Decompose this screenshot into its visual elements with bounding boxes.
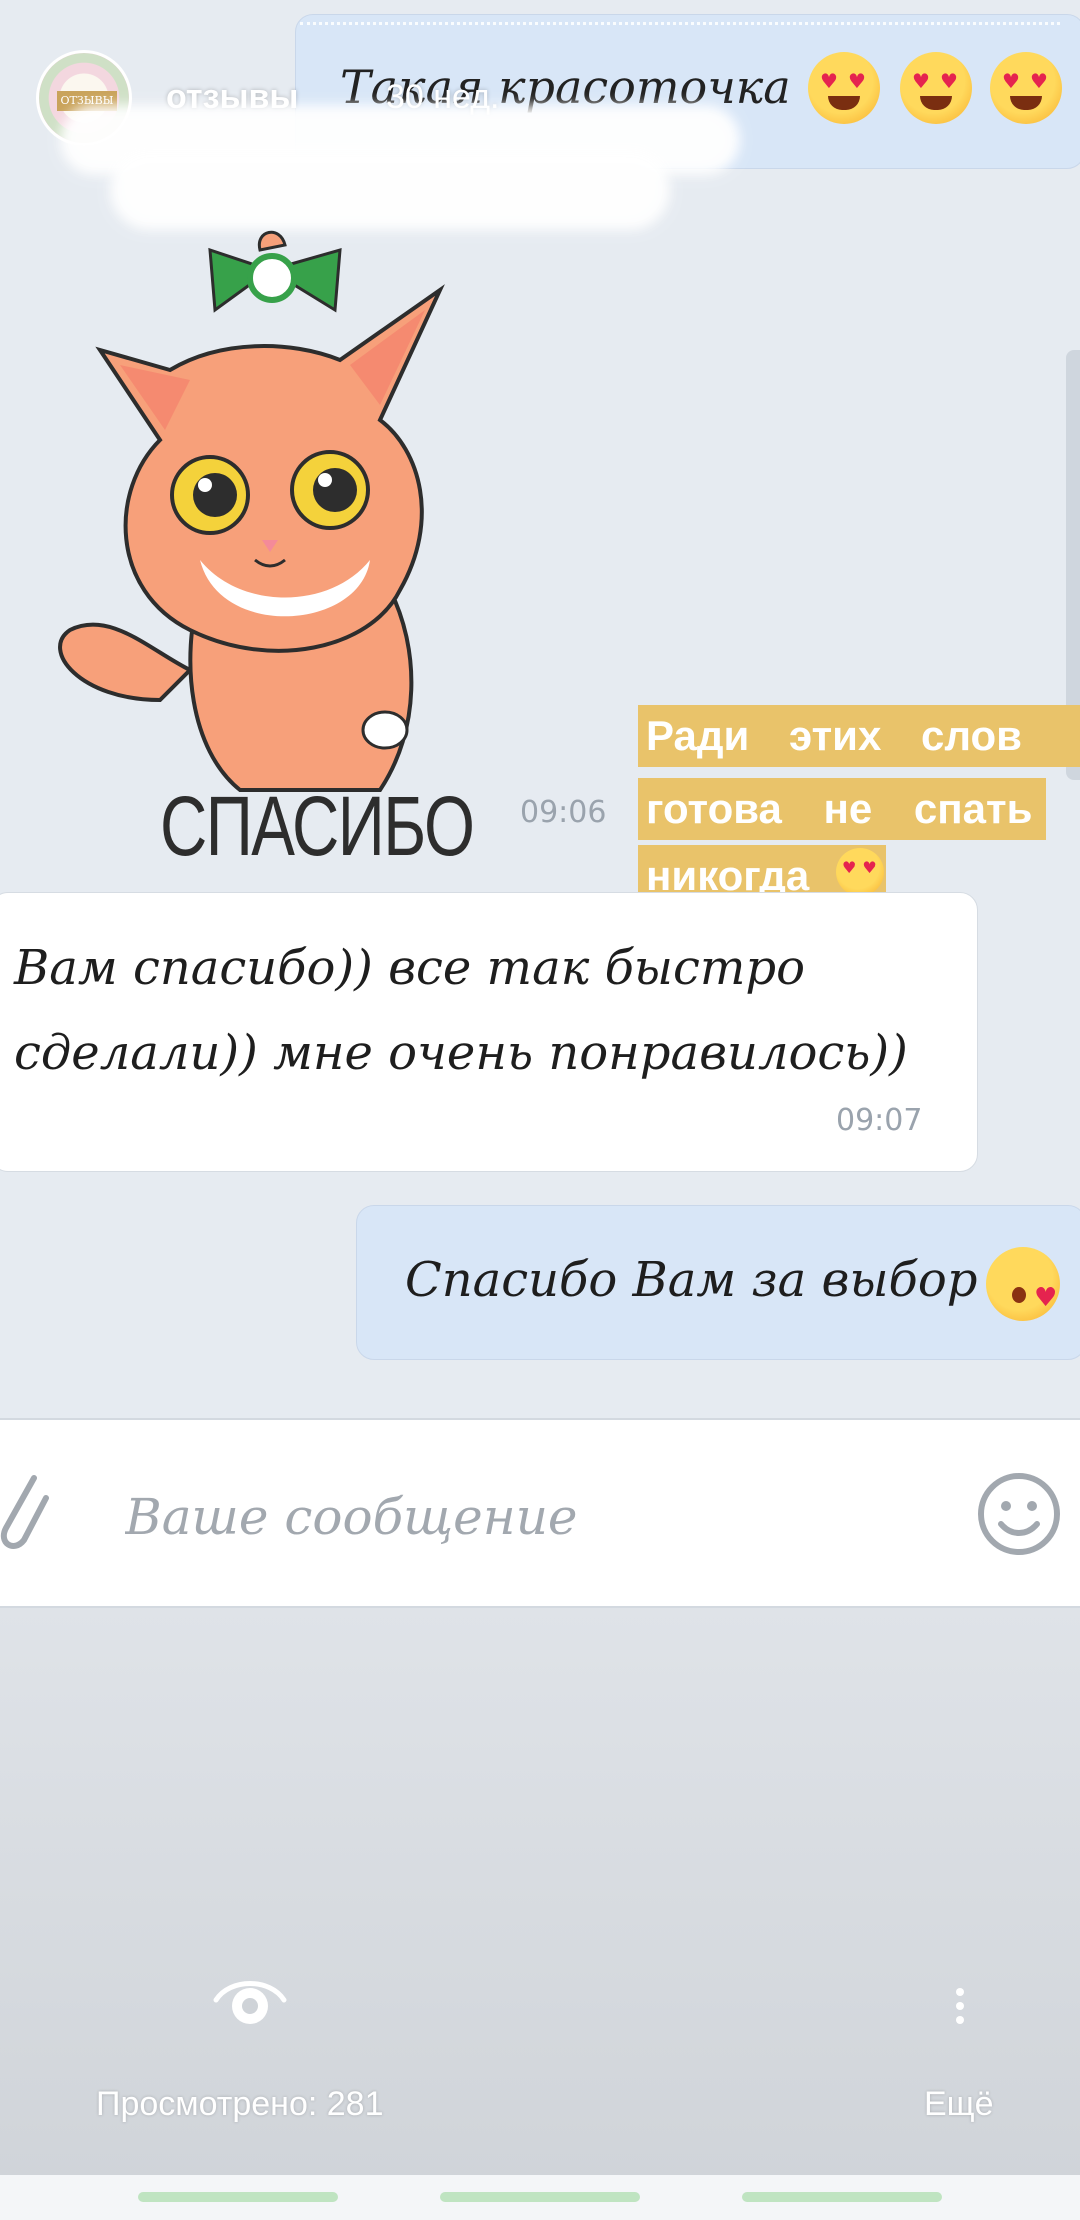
heart-eyes-emoji: ♥♥: [990, 52, 1062, 124]
attach-icon[interactable]: [0, 1468, 54, 1558]
more-vertical-icon[interactable]: [950, 1982, 970, 2042]
story-highlight-text-line: готова не спать: [638, 778, 1046, 840]
story-footer: [0, 1608, 1080, 2220]
more-button-label[interactable]: Ещё: [924, 2085, 994, 2124]
message-text: Спасибо Вам за выбор: [405, 1252, 978, 1308]
kiss-emoji: ♥: [986, 1247, 1060, 1321]
sticker-caption: СПАСИБО: [160, 779, 475, 873]
story-progress-bar: [300, 22, 1060, 25]
message-timestamp: 09:07: [836, 1103, 923, 1138]
heart-eyes-emoji: ♥♥: [836, 848, 884, 896]
heart-eyes-emoji: ♥♥: [808, 52, 880, 124]
message-text-line: Вам спасибо)) все так быстро: [14, 940, 806, 996]
viewers-count-label[interactable]: Просмотрено: 281: [96, 2085, 384, 2124]
heart-eyes-emoji: ♥♥: [900, 52, 972, 124]
nav-indicator: [440, 2192, 640, 2202]
smile-icon[interactable]: [975, 1470, 1063, 1558]
message-text-line: сделали)) мне очень понравилось)): [14, 1025, 908, 1081]
message-input[interactable]: [125, 1482, 925, 1552]
message-timestamp: 09:06: [520, 795, 607, 830]
nav-indicator: [742, 2192, 942, 2202]
story-highlight-text-line: Ради этих слов я: [638, 705, 1080, 821]
nav-indicator: [138, 2192, 338, 2202]
redaction-scribble: [110, 150, 670, 230]
eye-icon[interactable]: [210, 1972, 290, 2032]
